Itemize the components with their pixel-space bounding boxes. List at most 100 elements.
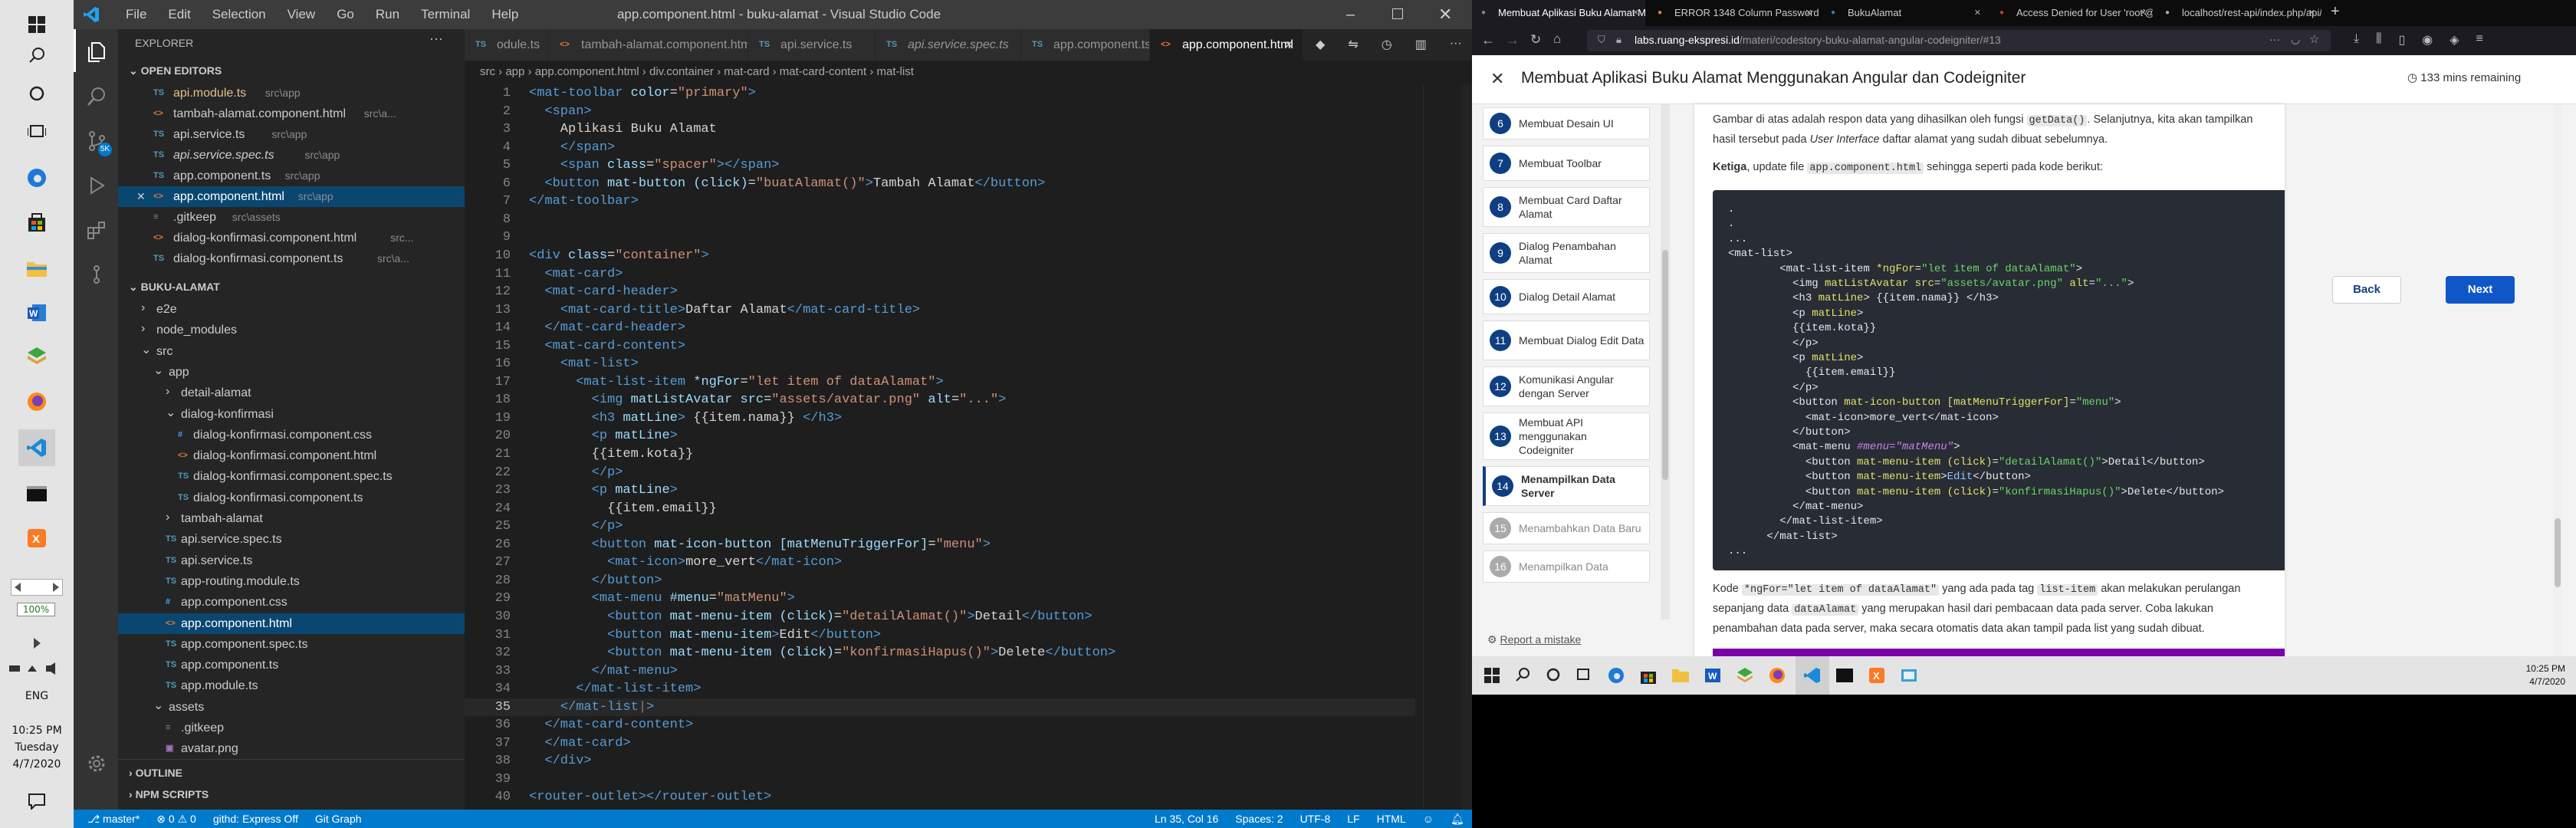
step-item[interactable]: 12 Komunikasi Angular dengan Server [1483, 366, 1650, 406]
tree-folder[interactable]: › detail-alamat [118, 383, 465, 403]
xampp-icon[interactable]: X [1868, 666, 1886, 688]
step-item[interactable]: 10 Dialog Detail Alamat [1483, 279, 1650, 314]
shield-icon[interactable]: ⛉ [1598, 34, 1605, 46]
tree-file[interactable]: TS app.module.ts [118, 675, 465, 696]
npm-scripts-header[interactable]: › NPM SCRIPTS [129, 788, 209, 800]
tree-file[interactable]: <> app.component.html [118, 613, 465, 634]
snipping-icon[interactable] [1900, 667, 1918, 688]
tree-file[interactable]: TS api.service.ts [118, 550, 465, 571]
search-icon[interactable] [86, 86, 107, 111]
step-item[interactable]: 8 Membuat Card Daftar Alamat [1483, 187, 1650, 227]
tree-file[interactable]: TS app.component.ts [118, 655, 465, 675]
close-icon[interactable]: ✕ [136, 186, 146, 207]
menu-item-terminal[interactable]: Terminal [410, 0, 481, 29]
git-compare-icon[interactable]: ◆ [1316, 37, 1325, 54]
encoding[interactable]: UTF-8 [1300, 810, 1331, 828]
tree-folder[interactable]: ⌄ dialog-konfirmasi [118, 404, 465, 425]
eol[interactable]: LF [1347, 810, 1359, 828]
windows-icon[interactable] [1484, 668, 1500, 687]
githd-status[interactable]: githd: Express Off [213, 810, 298, 828]
cortana-icon[interactable] [1546, 667, 1561, 686]
next-button[interactable]: Next [2446, 276, 2515, 304]
vscode-icon[interactable] [18, 429, 55, 466]
task-view-icon[interactable] [18, 113, 55, 150]
tree-file[interactable]: TS api.service.spec.ts [118, 529, 465, 550]
tree-folder[interactable]: ⌄ src [118, 341, 465, 362]
store-icon[interactable] [18, 204, 55, 241]
breadcrumb-item[interactable]: mat-card-content [780, 65, 866, 78]
menu-item-run[interactable]: Run [365, 0, 410, 29]
open-editor-item[interactable]: TS api.module.ts src\app [118, 83, 465, 104]
browser-tab[interactable]: ● Membuat Aplikasi Buku Alamat Me ✕ [1472, 0, 1645, 26]
vscode-taskbar-button[interactable] [1796, 656, 1829, 695]
open-editor-item[interactable]: TS dialog-konfirmasi.component.ts src\a... [118, 248, 465, 269]
terminal-icon[interactable] [18, 475, 55, 512]
bookmark-star-icon[interactable]: ☆ [2309, 32, 2319, 46]
sidebar-icon[interactable]: ▯ [2398, 32, 2405, 48]
firefox-icon[interactable] [18, 383, 55, 420]
step-item[interactable]: 6 Membuat Desain UI [1483, 107, 1650, 140]
tree-folder[interactable]: › tambah-alamat [118, 508, 465, 529]
breadcrumb-item[interactable]: src [480, 65, 495, 78]
close-icon[interactable]: ✕ [2308, 0, 2315, 26]
reload-icon[interactable]: ↻ [1530, 32, 1541, 48]
tree-file[interactable]: <> dialog-konfirmasi.component.html [118, 445, 465, 466]
breadcrumb-item[interactable]: app [505, 65, 524, 78]
open-editor-item[interactable]: <> tambah-alamat.component.html src\a... [118, 104, 465, 124]
close-icon[interactable]: ✕ [1490, 69, 1504, 89]
tree-file[interactable]: TS dialog-konfirmasi.component.spec.ts [118, 466, 465, 487]
editor-tab[interactable]: <> app.component.html ✕ [1150, 29, 1303, 61]
tree-file[interactable]: TS dialog-konfirmasi.component.ts [118, 488, 465, 508]
explorer-icon[interactable] [1671, 667, 1690, 688]
explorer-icon[interactable] [18, 250, 55, 287]
code-area[interactable]: 1 <mat-toolbar color="primary"> 2 <span> 3 … [465, 84, 1461, 810]
tree-folder[interactable]: ⌄ assets [118, 697, 465, 718]
app-icon[interactable] [18, 337, 55, 374]
tree-file[interactable]: TS app-routing.module.ts [118, 571, 465, 592]
breadcrumb-item[interactable]: div.container [649, 65, 714, 78]
home-icon[interactable]: ⌂ [1553, 31, 1561, 47]
page-scrollbar[interactable] [2553, 104, 2562, 656]
menu-icon[interactable]: ≡ [2476, 32, 2483, 48]
search-icon[interactable] [1515, 667, 1530, 686]
cortana-icon[interactable] [18, 75, 55, 112]
back-button[interactable]: Back [2332, 276, 2401, 304]
close-icon[interactable]: ✕ [1284, 29, 1293, 61]
open-editor-item[interactable]: TS api.service.ts src\app [118, 124, 465, 145]
edge-icon[interactable] [18, 159, 55, 196]
browser-tab[interactable]: ● ERROR 1348 Column Password ✕ [1648, 0, 1819, 26]
browser-tab[interactable]: ● BukuAlamat ✕ [1822, 0, 1987, 26]
xampp-icon[interactable]: X [18, 520, 55, 557]
report-mistake-link[interactable]: ⚙ Report a mistake [1487, 633, 1581, 646]
problems[interactable]: ⊗ 0 ⚠ 0 [156, 810, 196, 828]
source-control-icon[interactable]: 5K [86, 130, 112, 156]
breadcrumb-item[interactable]: mat-card [724, 65, 769, 78]
open-editors-header[interactable]: ⌄ OPEN EDITORS [129, 64, 222, 77]
close-icon[interactable]: ✕ [1632, 0, 1639, 26]
tree-file[interactable]: # app.component.css [118, 592, 465, 613]
breadcrumb-item[interactable]: app.component.html [535, 65, 639, 78]
close-icon[interactable]: ✕ [1806, 0, 1812, 26]
run-debug-icon[interactable] [86, 175, 107, 200]
step-item[interactable]: 7 Membuat Toolbar [1483, 146, 1650, 181]
steps-scrollbar[interactable] [1661, 104, 1670, 619]
editor-tab[interactable]: TS app.component.ts [1021, 29, 1150, 61]
tree-folder[interactable]: › e2e [118, 299, 465, 320]
url-bar[interactable]: ⛉ 🔒︎ labs.ruang-ekspresi.id/materi/codes… [1587, 30, 2331, 51]
close-button[interactable]: ✕ [1438, 0, 1452, 29]
browser-tab[interactable]: ● localhost/rest-api/index.php/api/✕ [2156, 0, 2321, 26]
breadcrumb-item[interactable]: mat-list [877, 65, 914, 78]
menu-item-edit[interactable]: Edit [157, 0, 201, 29]
step-item[interactable]: 13 Membuat API menggunakan Codeigniter [1483, 412, 1650, 460]
minimap[interactable] [1423, 84, 1461, 810]
maximize-button[interactable] [1392, 8, 1403, 19]
extensions-icon[interactable] [86, 219, 107, 245]
search-icon[interactable] [18, 37, 55, 74]
step-item[interactable]: 11 Membuat Dialog Edit Data [1483, 320, 1650, 360]
browser-tab[interactable]: ● Access Denied for User 'root'@ ✕ [1990, 0, 2153, 26]
tree-folder[interactable]: ⌄ app [118, 362, 465, 383]
extension-icon[interactable]: ◈ [2450, 32, 2459, 48]
store-icon[interactable] [1639, 666, 1658, 688]
word-icon[interactable]: W [1704, 666, 1722, 688]
project-header[interactable]: ⌄ BUKU-ALAMAT [129, 281, 220, 294]
